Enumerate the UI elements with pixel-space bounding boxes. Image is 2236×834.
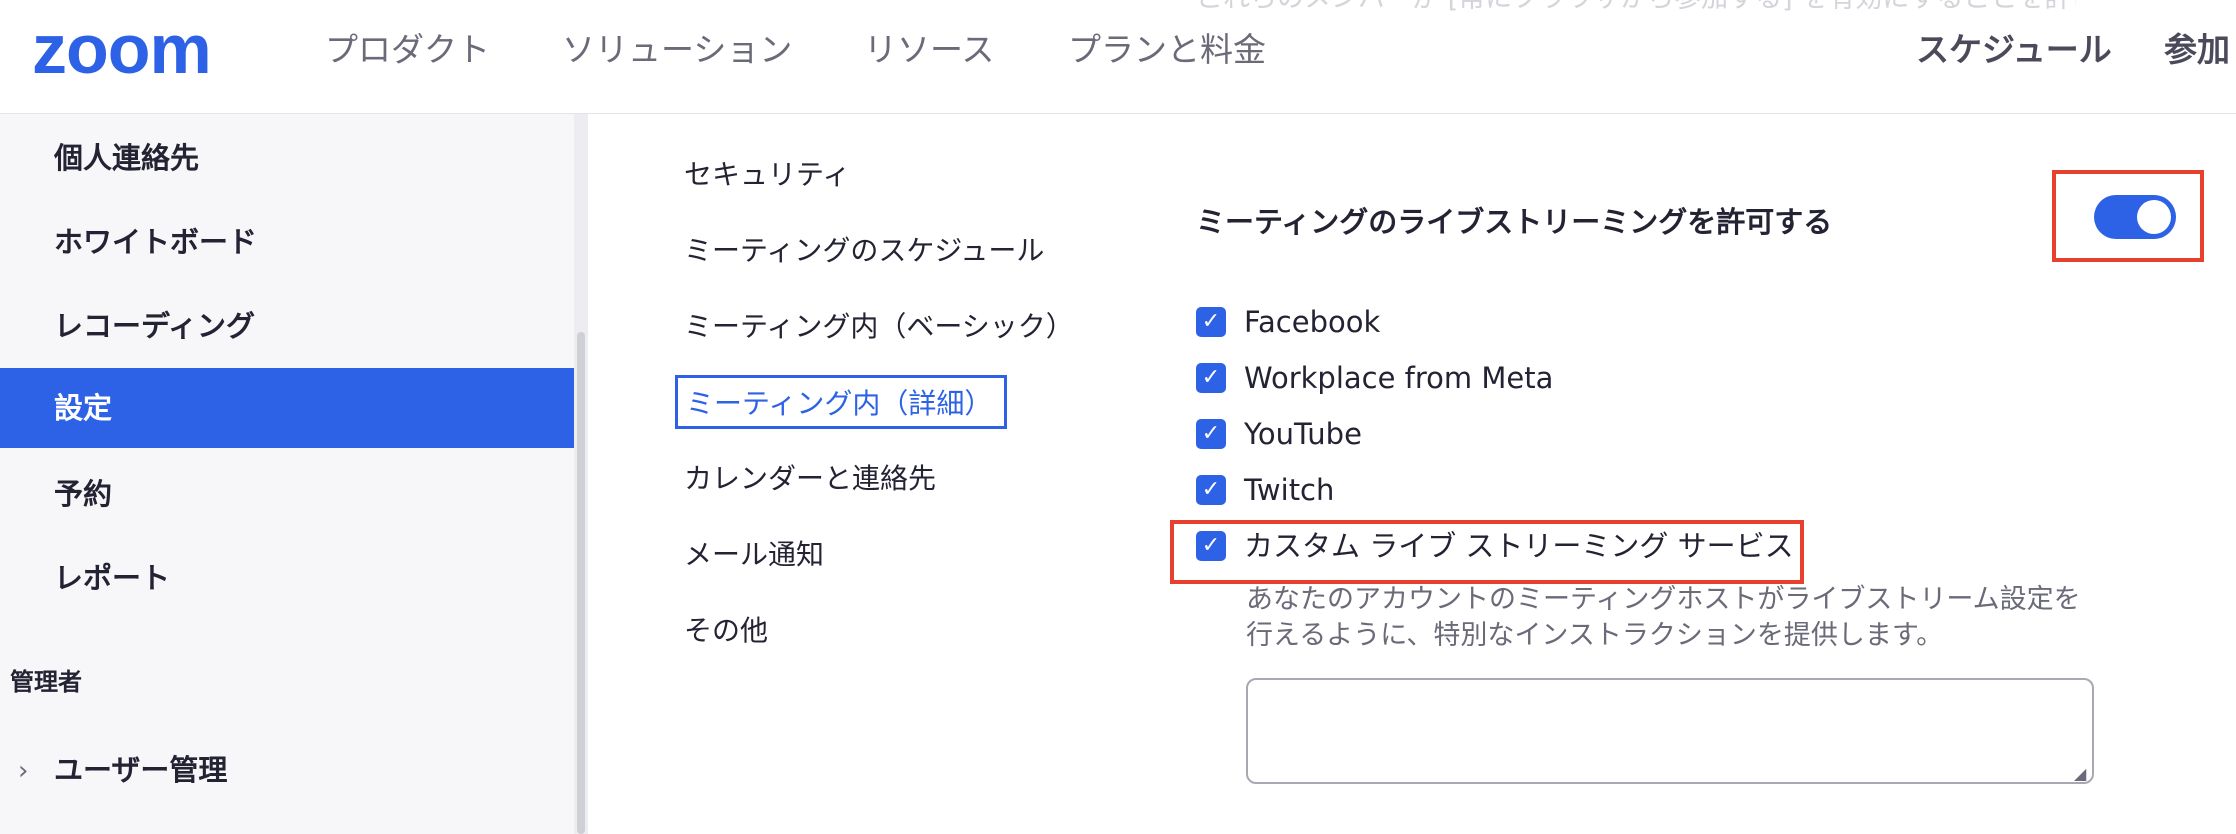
- sidebar-item-personal-contacts[interactable]: 個人連絡先: [0, 118, 574, 198]
- sidebar-scrollbar[interactable]: [574, 114, 588, 834]
- tab-security[interactable]: セキュリティ: [684, 155, 850, 195]
- sidebar-item-scheduler[interactable]: 予約: [0, 454, 574, 534]
- option-youtube[interactable]: ✓ YouTube: [1196, 414, 1362, 454]
- custom-instructions-textarea[interactable]: [1246, 678, 2094, 784]
- background-faded-text: これらのメンバーが [常にブラウザから参加する] を有効にすることを許可します。: [1196, 0, 2076, 20]
- option-facebook[interactable]: ✓ Facebook: [1196, 302, 1380, 342]
- toggle-knob: [2137, 200, 2171, 234]
- live-streaming-toggle[interactable]: [2094, 195, 2176, 239]
- tab-email-notifications[interactable]: メール通知: [684, 535, 824, 575]
- tab-in-meeting-basic[interactable]: ミーティング内（ベーシック）: [684, 307, 1074, 347]
- sidebar-item-user-management[interactable]: ユーザー管理: [0, 730, 574, 810]
- custom-service-description: あなたのアカウントのミーティングホストがライブストリーム設定を行えるように、特別…: [1246, 584, 2081, 651]
- twitch-label: Twitch: [1244, 473, 1335, 507]
- workplace-checkbox[interactable]: ✓: [1196, 363, 1226, 393]
- top-navigation: これらのメンバーが [常にブラウザから参加する] を有効にすることを許可します。…: [0, 0, 2236, 114]
- resize-grip-icon[interactable]: ◢: [2074, 766, 2086, 782]
- tab-other[interactable]: その他: [684, 611, 768, 651]
- option-workplace[interactable]: ✓ Workplace from Meta: [1196, 358, 1553, 398]
- sidebar-item-recordings[interactable]: レコーディング: [0, 286, 574, 366]
- sidebar-admin-heading: 管理者: [10, 668, 82, 696]
- tab-meeting-schedule[interactable]: ミーティングのスケジュール: [684, 231, 1044, 271]
- nav-solutions[interactable]: ソリューション: [562, 30, 792, 70]
- sidebar-scroll-thumb[interactable]: [577, 332, 585, 834]
- sidebar: 個人連絡先 ホワイトボード レコーディング 設定 予約 レポート 管理者 › ユ…: [0, 114, 574, 834]
- zoom-logo[interactable]: zoom: [32, 14, 212, 84]
- facebook-checkbox[interactable]: ✓: [1196, 307, 1226, 337]
- nav-plans-pricing[interactable]: プランと料金: [1068, 30, 1266, 70]
- live-streaming-setting-title: ミーティングのライブストリーミングを許可する: [1196, 205, 1833, 239]
- nav-products[interactable]: プロダクト: [325, 30, 490, 70]
- nav-schedule[interactable]: スケジュール: [1916, 30, 2112, 70]
- tab-calendar-contacts[interactable]: カレンダーと連絡先: [684, 459, 936, 499]
- facebook-label: Facebook: [1244, 305, 1381, 339]
- youtube-label: YouTube: [1244, 417, 1362, 451]
- sidebar-item-reports[interactable]: レポート: [0, 538, 574, 618]
- youtube-checkbox[interactable]: ✓: [1196, 419, 1226, 449]
- workplace-label: Workplace from Meta: [1244, 361, 1554, 395]
- sidebar-item-settings[interactable]: 設定: [0, 368, 574, 448]
- twitch-checkbox[interactable]: ✓: [1196, 475, 1226, 505]
- nav-resources[interactable]: リソース: [864, 30, 994, 70]
- tab-in-meeting-advanced[interactable]: ミーティング内（詳細）: [675, 375, 1008, 429]
- option-twitch[interactable]: ✓ Twitch: [1196, 470, 1334, 510]
- custom-service-checkbox[interactable]: ✓: [1196, 531, 1226, 561]
- custom-service-label: カスタム ライブ ストリーミング サービス: [1244, 529, 1794, 563]
- nav-join[interactable]: 参加: [2164, 30, 2230, 70]
- sidebar-item-whiteboards[interactable]: ホワイトボード: [0, 202, 574, 282]
- option-custom-live-streaming[interactable]: ✓ カスタム ライブ ストリーミング サービス: [1196, 526, 1794, 566]
